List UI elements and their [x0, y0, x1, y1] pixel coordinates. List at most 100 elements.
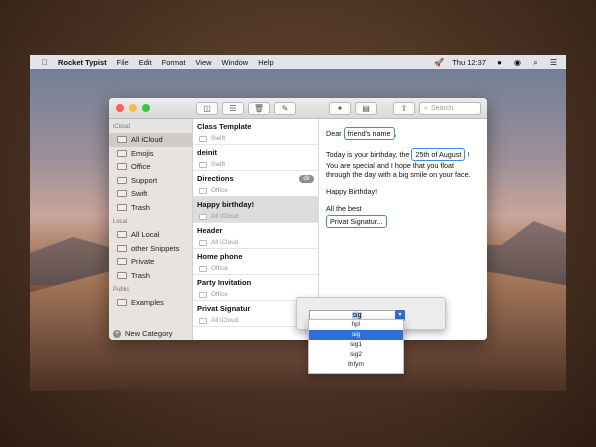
close-window-button[interactable] [116, 104, 124, 112]
editor-text: All the best [326, 204, 362, 213]
dropdown-option-selected[interactable]: sig [309, 330, 403, 340]
delete-button[interactable]: 🗑 [248, 102, 270, 115]
spotlight-search-icon[interactable]: ⌕ [531, 58, 540, 67]
editor-text: You are special and I hope that you floa… [326, 161, 471, 179]
toggle-sidebar-button[interactable]: ◫ [196, 102, 218, 115]
folder-icon [117, 231, 127, 239]
snippet-title: Header [197, 226, 223, 235]
dropdown-option[interactable]: hp! [309, 320, 403, 330]
search-input[interactable]: ⌕ Search [419, 102, 481, 115]
siri-icon[interactable]: ◉ [513, 58, 522, 67]
sidebar-item-trash-icloud[interactable]: Trash [109, 201, 192, 215]
menu-format[interactable]: Format [162, 58, 186, 67]
sidebar-item-other-snippets[interactable]: other Snippets [109, 242, 192, 256]
placeholder-token-name[interactable]: friend's name [343, 127, 395, 140]
magic-wand-button[interactable]: ✦ [329, 102, 351, 115]
snippet-title: Class Template [197, 122, 252, 131]
sidebar-item-office[interactable]: Office [109, 160, 192, 174]
snippet-group: Office [211, 187, 228, 194]
rocket-status-icon[interactable]: 🚀 [434, 58, 444, 67]
snippet-group: Swift [211, 161, 226, 168]
folder-icon [199, 213, 207, 220]
dropdown-option[interactable]: sig1 [309, 340, 403, 350]
new-category-button[interactable]: + New Category [113, 329, 173, 338]
search-placeholder: Search [430, 105, 454, 112]
folder-icon [199, 317, 207, 324]
editor-text: Dear [326, 129, 342, 138]
sidebar-item-label: All iCloud [131, 135, 163, 145]
snippet-group: Office [211, 291, 228, 298]
folder-icon [199, 265, 207, 272]
list-item[interactable]: Class Template Swift [193, 119, 318, 145]
sidebar-item-emojis[interactable]: Emojis [109, 147, 192, 161]
sidebar-item-all-local[interactable]: All Local [109, 228, 192, 242]
folder-icon [117, 149, 127, 157]
sidebar-header-icloud: iCloud [113, 124, 131, 130]
list-item[interactable]: Directions dir Office [193, 171, 318, 197]
document-icon: ▤ [362, 104, 370, 113]
editor-text: Happy Birthday! [326, 187, 378, 196]
zoom-window-button[interactable] [142, 104, 150, 112]
sidebar-item-all-icloud[interactable]: All iCloud [109, 133, 192, 147]
snippet-title: Happy birthday! [197, 200, 255, 209]
dropdown-option[interactable]: sig2 [309, 350, 403, 360]
list-item[interactable]: Home phone Office [193, 249, 318, 275]
preview-button[interactable]: ▤ [355, 102, 377, 115]
folder-icon [117, 163, 127, 171]
list-item-selected[interactable]: Happy birthday! All iCloud [193, 197, 318, 223]
dropdown-option[interactable]: thfym [309, 360, 403, 370]
sidebar-header-local: Local [113, 219, 128, 225]
snippet-title: deinit [197, 148, 217, 157]
placeholder-token-signature[interactable]: Privat Signatur... [326, 215, 387, 228]
trash-icon [117, 203, 127, 211]
settings-sliders-button[interactable]: ☰ [222, 102, 244, 115]
snippet-group: Swift [211, 135, 226, 142]
sidebar-item-label: Support [131, 175, 158, 185]
placeholder-token-date[interactable]: 25th of August [411, 148, 466, 161]
sidebar: iCloud All iCloud Emojis Office Support … [109, 119, 193, 340]
snippet-group: All iCloud [211, 239, 239, 246]
minimize-window-button[interactable] [129, 104, 137, 112]
menu-bar:  Rocket Typist File Edit Format View Wi… [30, 55, 566, 69]
menu-app-name[interactable]: Rocket Typist [58, 58, 107, 67]
sliders-icon: ☰ [229, 104, 237, 113]
sidebar-item-label: Swift [131, 189, 148, 199]
folder-icon [199, 291, 207, 298]
sidebar-item-label: Trash [131, 202, 150, 212]
new-snippet-button[interactable]: ✎ [274, 102, 296, 115]
list-item[interactable]: deinit Swift [193, 145, 318, 171]
notification-center-icon[interactable]: ☰ [549, 58, 558, 67]
snippet-title: Party Invitation [197, 278, 252, 287]
sidebar-item-swift[interactable]: Swift [109, 187, 192, 201]
sidebar-item-label: Examples [131, 298, 164, 308]
menu-window[interactable]: Window [222, 58, 249, 67]
select-value: sig [351, 312, 363, 319]
menu-file[interactable]: File [117, 58, 129, 67]
plus-icon: + [113, 329, 121, 338]
folder-icon [199, 135, 207, 142]
user-icon[interactable]: ● [495, 58, 504, 67]
apple-menu-icon[interactable]:  [40, 58, 50, 67]
share-button[interactable]: ⇧ [393, 102, 415, 115]
sidebar-item-support[interactable]: Support [109, 174, 192, 188]
snippet-group: Office [211, 265, 228, 272]
sidebar-item-examples[interactable]: Examples [109, 296, 192, 310]
list-item[interactable]: Header All iCloud [193, 223, 318, 249]
folder-icon [199, 187, 207, 194]
menu-help[interactable]: Help [258, 58, 273, 67]
menu-view[interactable]: View [195, 58, 211, 67]
wand-icon: ✦ [336, 104, 344, 113]
menu-edit[interactable]: Edit [139, 58, 152, 67]
snippet-dropdown-menu: hp! sig sig1 sig2 thfym [308, 319, 404, 374]
sidebar-item-trash-local[interactable]: Trash [109, 269, 192, 283]
folder-icon [117, 299, 127, 307]
sidebar-item-label: Office [131, 162, 151, 172]
snippet-title: Home phone [197, 252, 243, 261]
clock[interactable]: Thu 12:37 [452, 58, 486, 67]
sidebar-header-public: Public [113, 287, 130, 293]
sidebar-icon: ◫ [203, 104, 211, 113]
sidebar-item-private[interactable]: Private [109, 255, 192, 269]
folder-icon [199, 161, 207, 168]
share-icon: ⇧ [400, 104, 408, 113]
sidebar-item-label: Private [131, 257, 155, 267]
